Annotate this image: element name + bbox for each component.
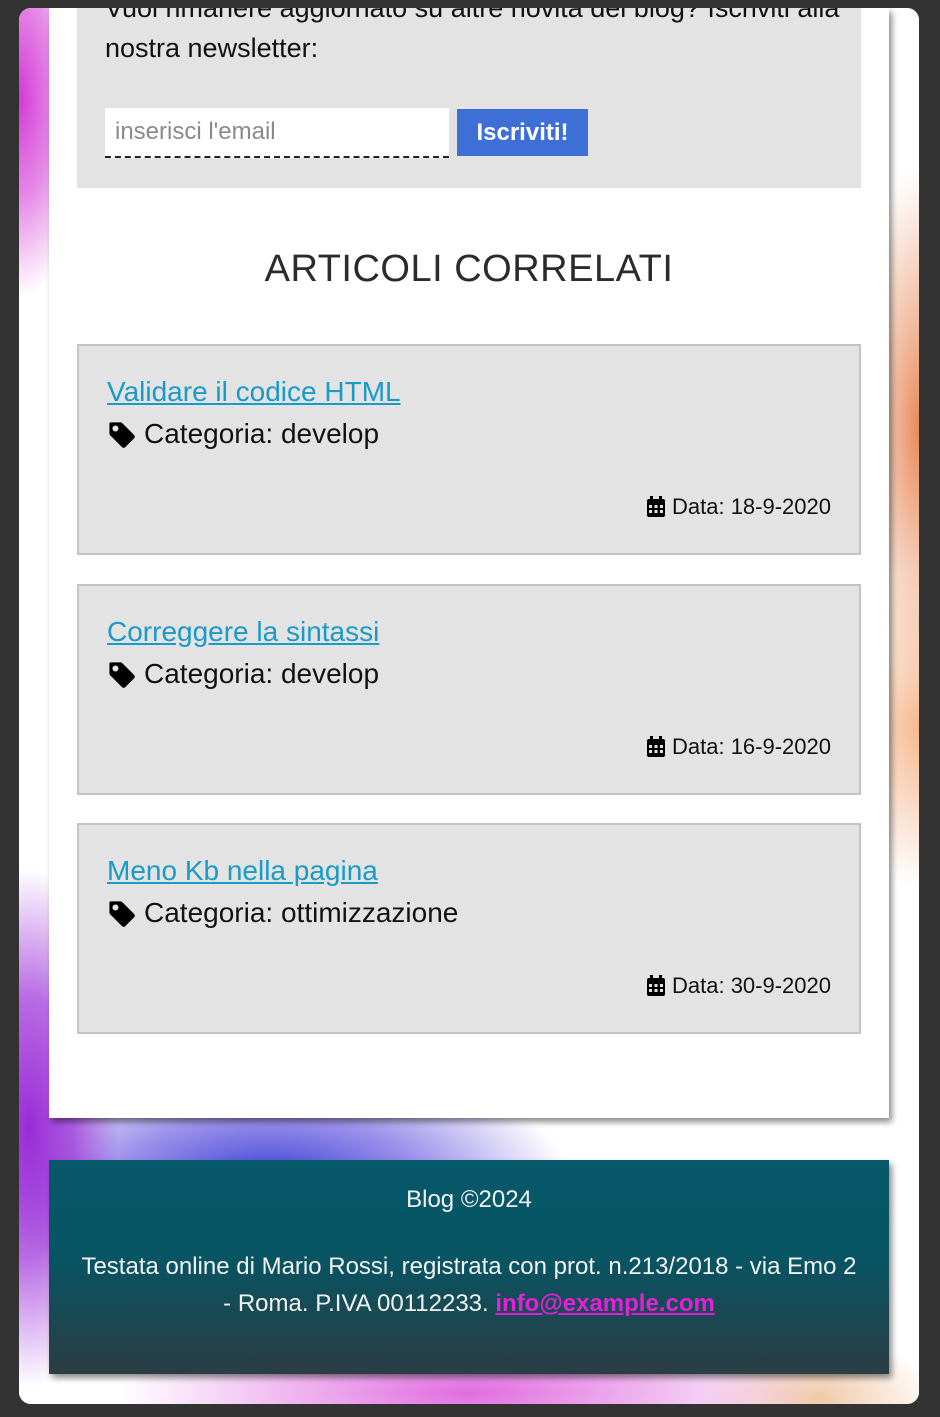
tag-icon (109, 900, 135, 927)
footer-copyright: Blog ©2024 (406, 1186, 532, 1213)
browser-viewport: Vuoi rimanere aggiornato su altre novità… (19, 8, 919, 1404)
site-footer: Blog ©2024 Testata online di Mario Rossi… (49, 1160, 889, 1374)
footer-info-text: Testata online di Mario Rossi, registrat… (81, 1253, 857, 1317)
article-title-link[interactable]: Validare il codice HTML (107, 376, 401, 408)
article-category: Categoria: ottimizzazione (107, 897, 458, 929)
article-card: Meno Kb nella pagina Categoria: ottimizz… (77, 823, 861, 1034)
article-date-label: Data: 30-9-2020 (672, 973, 831, 998)
calendar-icon (647, 496, 665, 517)
calendar-icon (647, 736, 665, 757)
article-category-label: Categoria: develop (144, 658, 380, 689)
article-card: Correggere la sintassi Categoria: develo… (77, 584, 861, 795)
tag-icon (109, 421, 135, 448)
subscribe-button[interactable]: Iscriviti! (457, 109, 588, 156)
article-category: Categoria: develop (107, 418, 379, 450)
footer-info: Testata online di Mario Rossi, registrat… (79, 1248, 859, 1322)
newsletter-text: Vuoi rimanere aggiornato su altre novità… (105, 8, 840, 63)
article-date: Data: 18-9-2020 (646, 494, 831, 520)
article-date-label: Data: 16-9-2020 (672, 734, 831, 759)
article-date: Data: 30-9-2020 (646, 973, 831, 999)
main-content-card: Vuoi rimanere aggiornato su altre novità… (49, 8, 889, 1118)
article-category-label: Categoria: develop (144, 418, 380, 449)
newsletter-box: Vuoi rimanere aggiornato su altre novità… (77, 8, 861, 188)
article-card: Validare il codice HTML Categoria: devel… (77, 344, 861, 555)
newsletter-email-input[interactable] (105, 108, 449, 158)
article-category-label: Categoria: ottimizzazione (144, 897, 459, 928)
article-title-link[interactable]: Correggere la sintassi (107, 616, 379, 648)
article-date: Data: 16-9-2020 (646, 734, 831, 760)
article-category: Categoria: develop (107, 658, 379, 690)
tag-icon (109, 661, 135, 688)
calendar-icon (647, 975, 665, 996)
article-date-label: Data: 18-9-2020 (672, 494, 831, 519)
related-articles-title: ARTICOLI CORRELATI (264, 248, 674, 290)
article-title-link[interactable]: Meno Kb nella pagina (107, 855, 378, 887)
footer-email-link[interactable]: info@example.com (495, 1290, 714, 1317)
